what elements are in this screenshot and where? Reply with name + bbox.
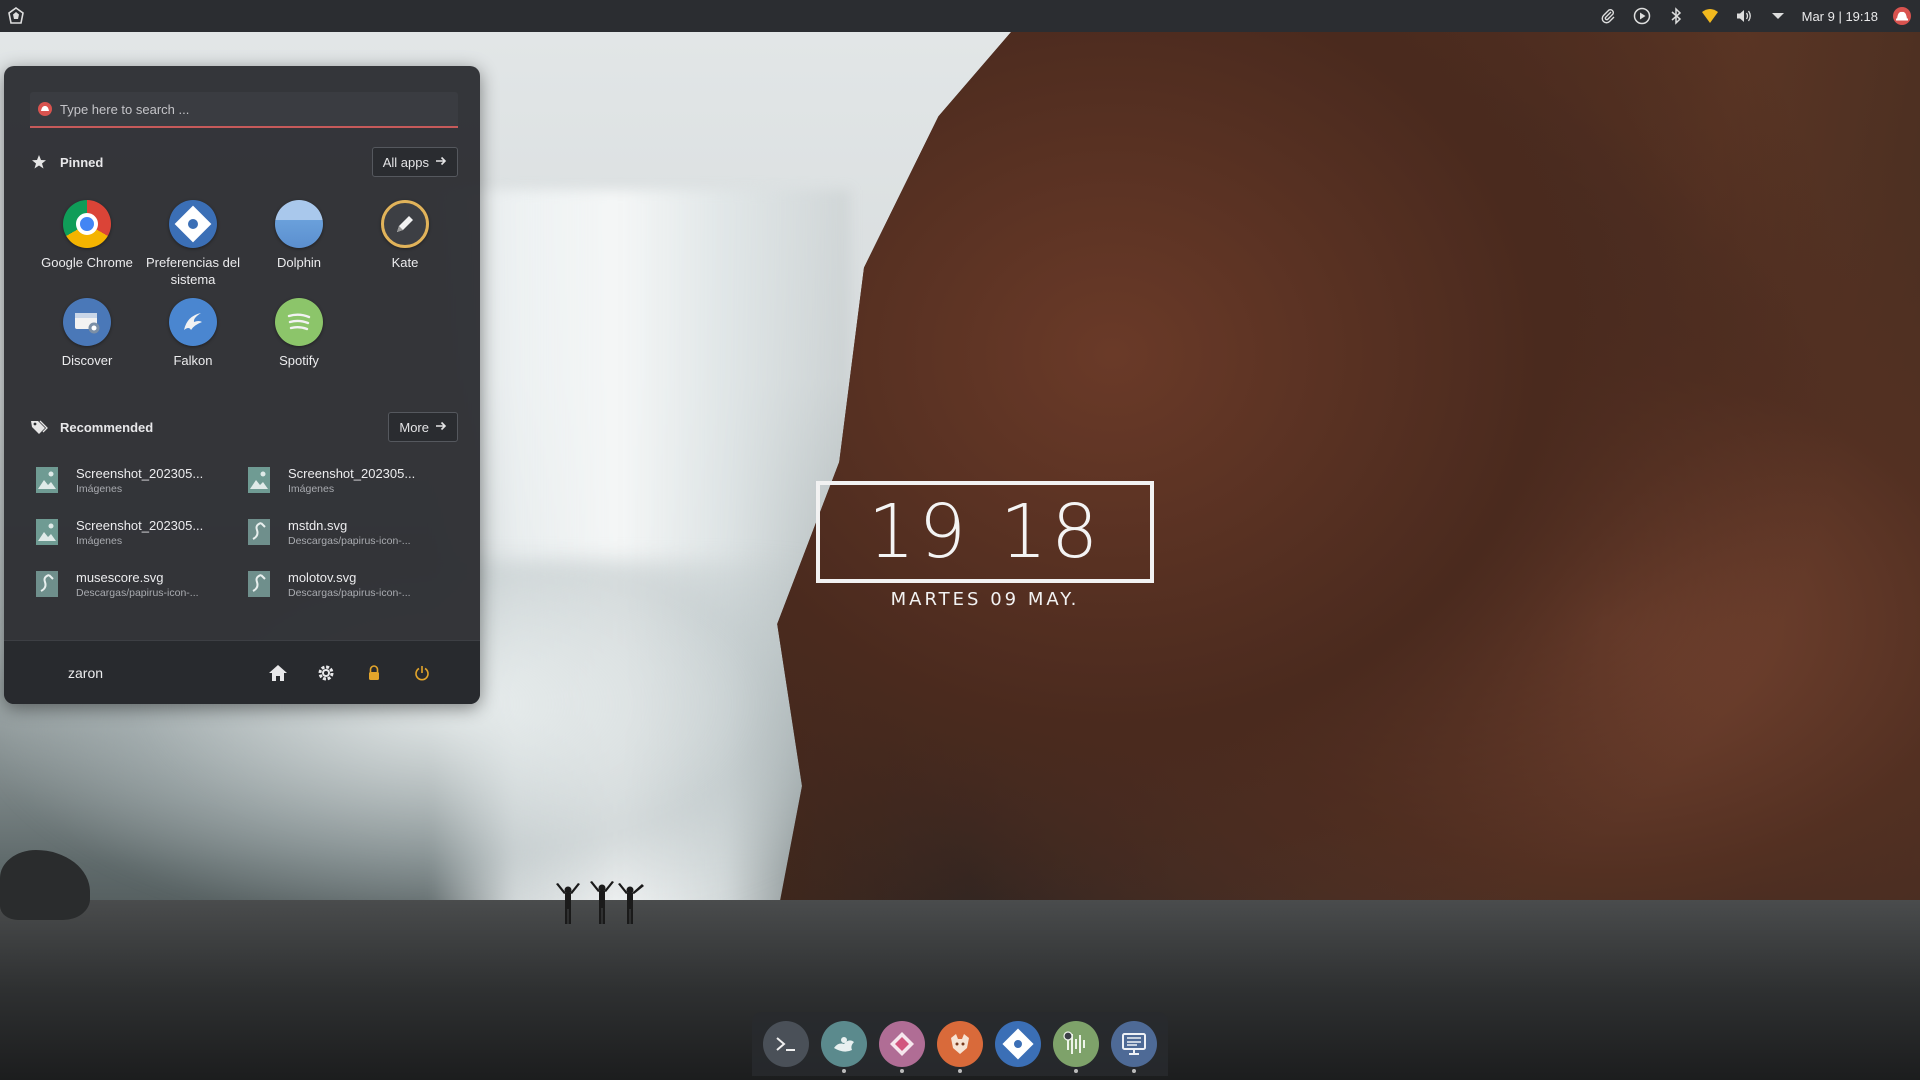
- panel-clock[interactable]: Mar 9 | 19:18: [1802, 9, 1878, 24]
- image-file-icon: [36, 519, 58, 545]
- chrome-icon: [63, 200, 111, 248]
- expand-tray-icon[interactable]: [1768, 6, 1788, 26]
- more-label: More: [399, 419, 429, 435]
- lock-icon[interactable]: [362, 661, 386, 685]
- running-indicator: [1074, 1069, 1078, 1073]
- pinned-apps-grid: Google Chrome Preferencias del sistema D…: [34, 200, 458, 436]
- all-apps-label: All apps: [382, 154, 429, 170]
- pinned-app-discover[interactable]: Discover: [34, 298, 140, 369]
- power-icon[interactable]: [410, 661, 434, 685]
- pinned-app-system-settings[interactable]: Preferencias del sistema: [140, 200, 246, 288]
- recommended-header: Recommended More: [30, 411, 458, 443]
- all-apps-button[interactable]: All apps: [371, 147, 458, 177]
- pinned-app-falkon[interactable]: Falkon: [140, 298, 246, 369]
- recommended-item[interactable]: Screenshot_202305... Imágenes: [246, 458, 456, 502]
- dolphin-folder-icon: [275, 200, 323, 248]
- image-file-icon: [248, 467, 270, 493]
- kate-pen-icon: [381, 200, 429, 248]
- dock: [752, 1012, 1168, 1076]
- plasma-icon[interactable]: [821, 1021, 867, 1073]
- paperclip-icon[interactable]: [1598, 6, 1618, 26]
- wallpaper-people: [556, 881, 644, 924]
- discover-store-icon: [63, 298, 111, 346]
- clock-minutes: 18: [1000, 489, 1103, 575]
- running-indicator: [1132, 1069, 1136, 1073]
- recommended-item[interactable]: molotov.svg Descargas/papirus-icon-...: [246, 562, 456, 606]
- clock-date: MARTES 09 MAY.: [890, 589, 1080, 610]
- svg-file-icon: [248, 519, 270, 545]
- search-box[interactable]: [30, 92, 458, 128]
- pinned-title: Pinned: [60, 154, 104, 170]
- running-indicator: [842, 1069, 846, 1073]
- search-input[interactable]: [54, 100, 458, 118]
- home-icon[interactable]: [266, 661, 290, 685]
- top-panel: Mar 9 | 19:18: [0, 0, 1920, 32]
- notifications-icon[interactable]: [1892, 6, 1912, 26]
- terminal-icon[interactable]: [763, 1021, 809, 1067]
- display-icon[interactable]: [1111, 1021, 1157, 1073]
- recommended-item[interactable]: musescore.svg Descargas/papirus-icon-...: [34, 562, 244, 606]
- user-name[interactable]: zaron: [68, 665, 103, 681]
- pinned-app-dolphin[interactable]: Dolphin: [246, 200, 352, 271]
- system-settings-icon[interactable]: [995, 1021, 1041, 1067]
- recommended-item[interactable]: Screenshot_202305... Imágenes: [34, 510, 244, 554]
- clock-time: 19 18: [816, 481, 1154, 583]
- pinned-header: Pinned All apps: [30, 146, 458, 178]
- krita-icon[interactable]: [879, 1021, 925, 1073]
- pinned-app-kate[interactable]: Kate: [352, 200, 458, 271]
- launcher-footer: zaron: [4, 640, 480, 704]
- firefox-icon[interactable]: [937, 1021, 983, 1073]
- running-indicator: [900, 1069, 904, 1073]
- more-button[interactable]: More: [388, 412, 458, 442]
- clock-hours: 19: [867, 489, 970, 575]
- search-icon: [36, 100, 54, 118]
- wifi-icon[interactable]: [1700, 6, 1720, 26]
- recommended-item[interactable]: Screenshot_202305... Imágenes: [34, 458, 244, 502]
- image-file-icon: [36, 467, 58, 493]
- spotify-icon: [275, 298, 323, 346]
- desktop-clock-widget: 19 18 MARTES 09 MAY.: [816, 481, 1154, 611]
- svg-file-icon: [248, 571, 270, 597]
- bluetooth-icon[interactable]: [1666, 6, 1686, 26]
- tags-icon: [30, 418, 48, 436]
- system-settings-icon: [169, 200, 217, 248]
- running-indicator: [958, 1069, 962, 1073]
- star-icon: [30, 153, 48, 171]
- audio-app-icon[interactable]: [1053, 1021, 1099, 1073]
- falkon-icon: [169, 298, 217, 346]
- play-icon[interactable]: [1632, 6, 1652, 26]
- pinned-app-google-chrome[interactable]: Google Chrome: [34, 200, 140, 271]
- volume-icon[interactable]: [1734, 6, 1754, 26]
- recommended-title: Recommended: [60, 419, 154, 435]
- arrow-right-icon: [435, 155, 447, 170]
- pinned-app-spotify[interactable]: Spotify: [246, 298, 352, 369]
- recommended-item[interactable]: mstdn.svg Descargas/papirus-icon-...: [246, 510, 456, 554]
- svg-file-icon: [36, 571, 58, 597]
- arrow-right-icon: [435, 420, 447, 435]
- application-launcher: Pinned All apps Google Chrome Preferenci…: [4, 66, 480, 704]
- application-menu-icon[interactable]: [6, 6, 26, 26]
- settings-icon[interactable]: [314, 661, 338, 685]
